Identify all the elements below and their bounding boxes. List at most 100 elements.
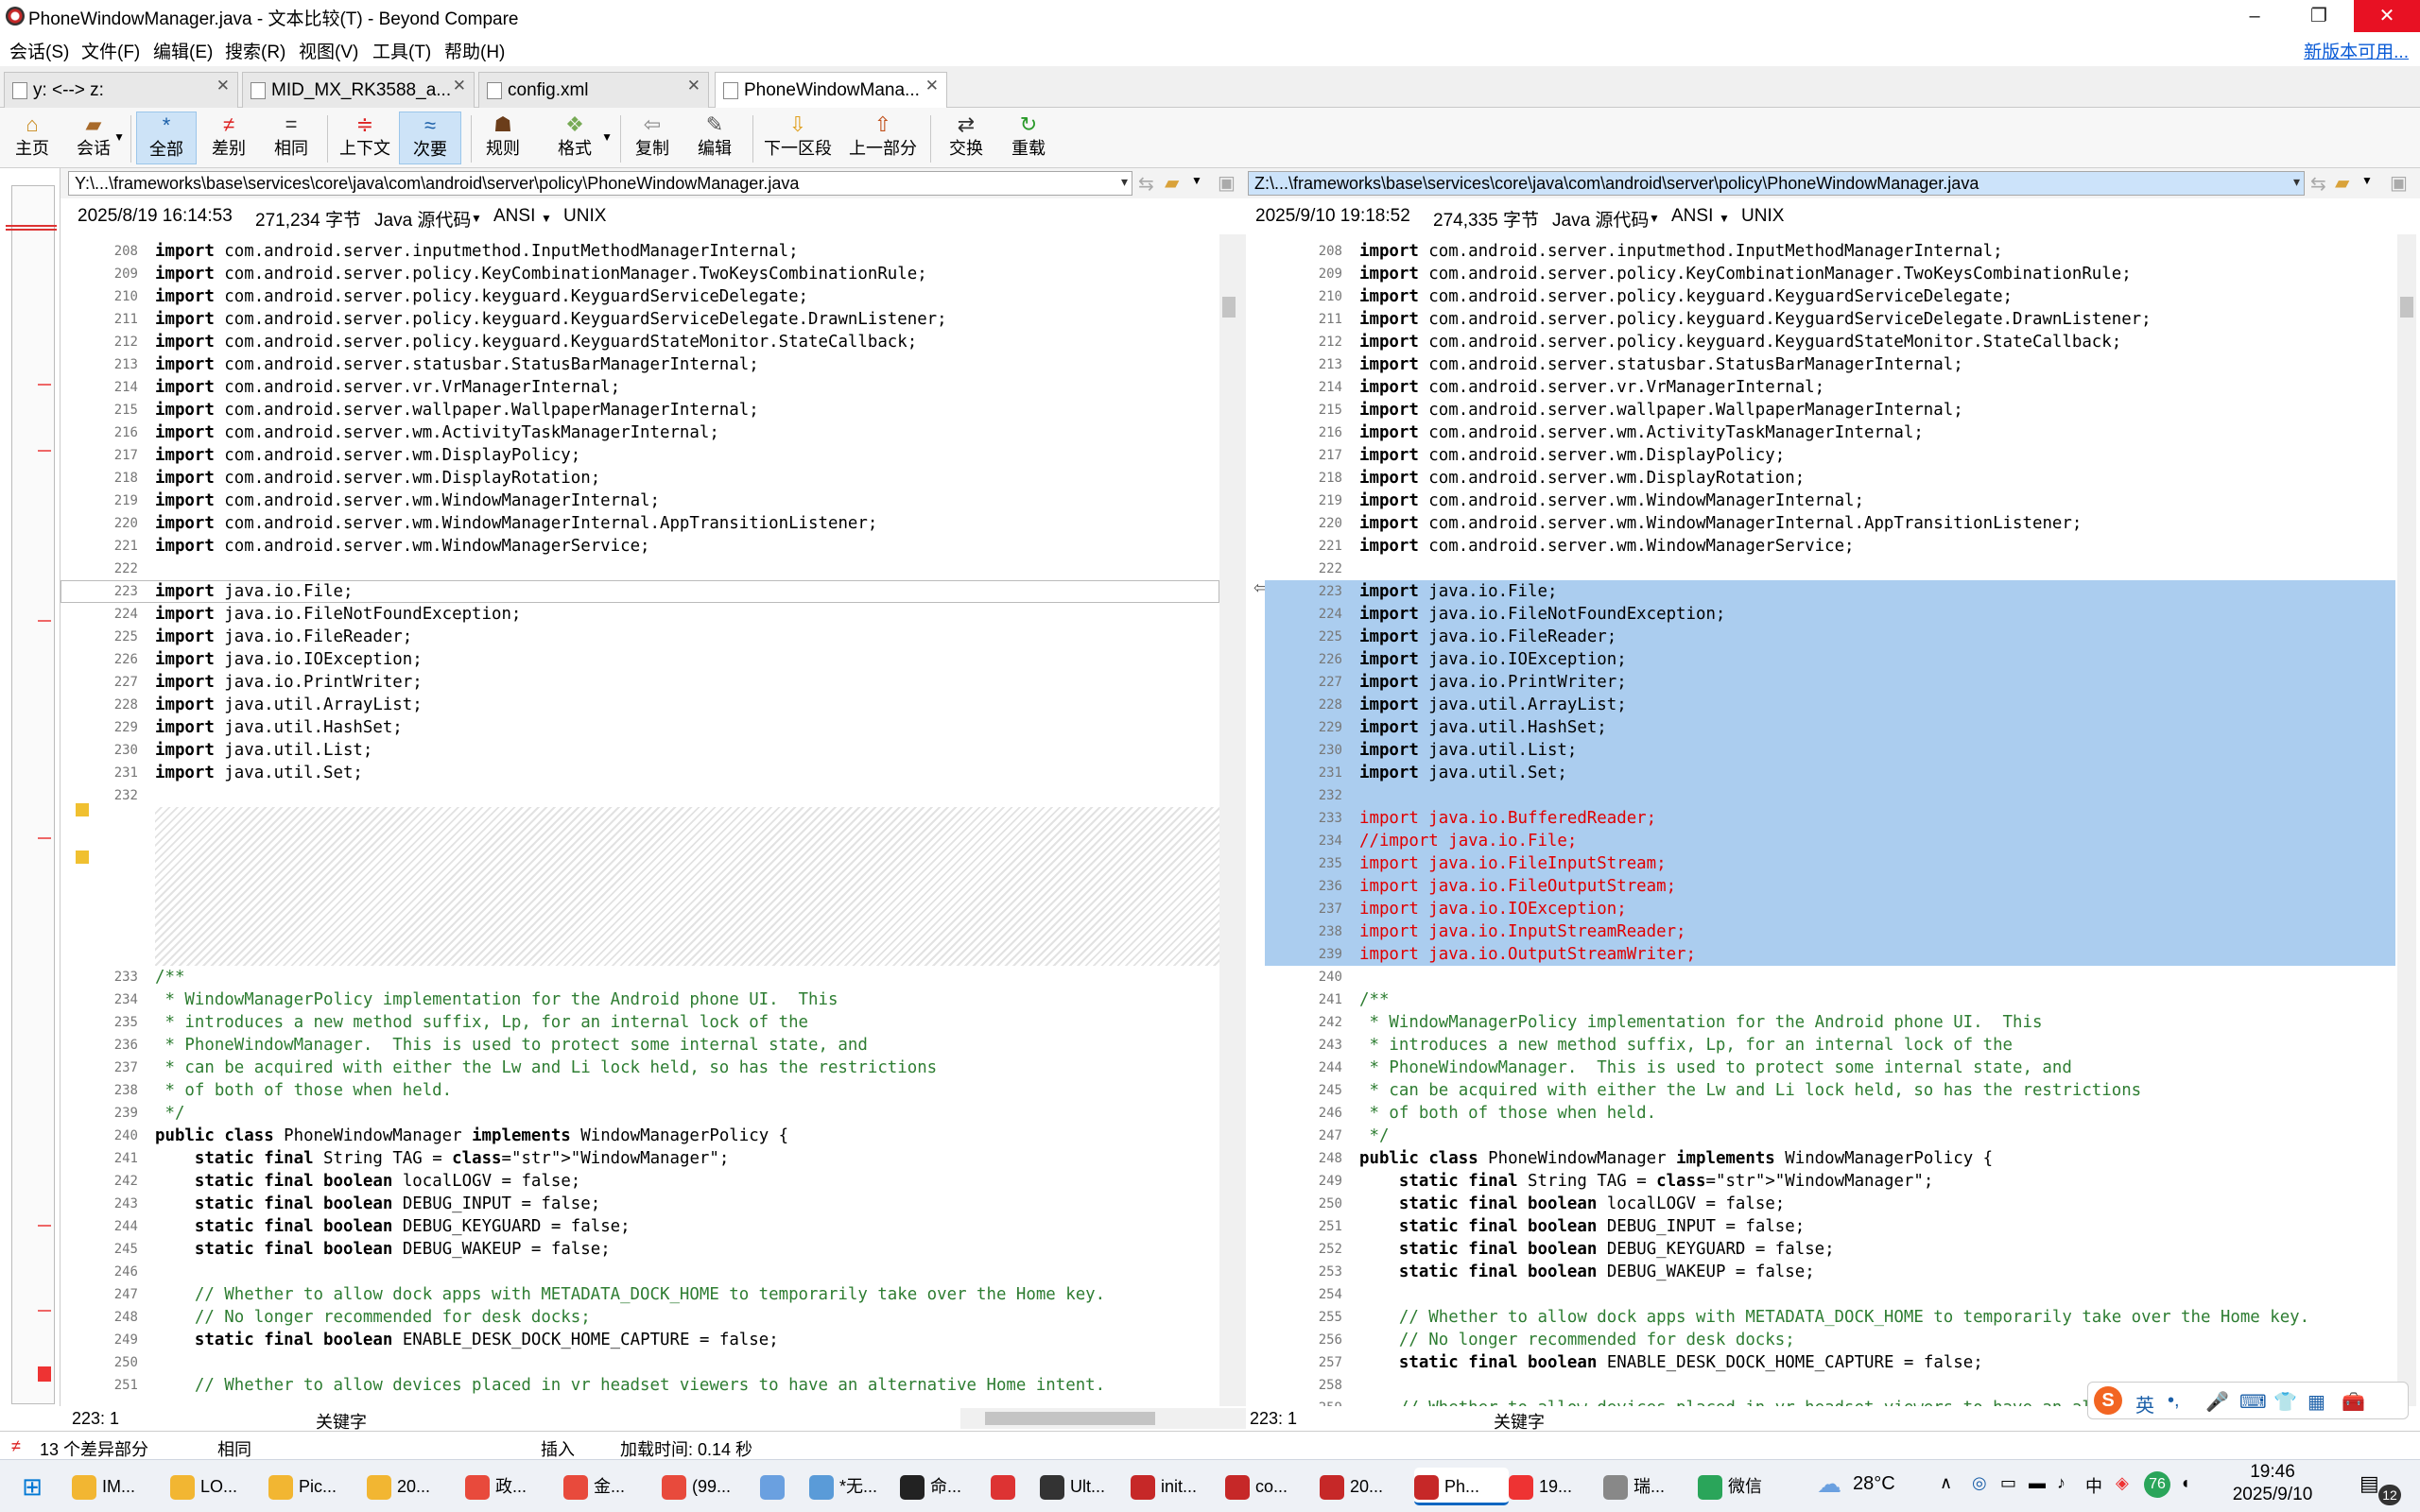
code-line[interactable] bbox=[60, 852, 1219, 875]
weather-icon[interactable]: ☁ bbox=[1817, 1469, 1841, 1499]
code-line[interactable] bbox=[60, 875, 1219, 898]
show-same-button[interactable]: = 相同 bbox=[265, 112, 318, 164]
copy-button[interactable]: ⇦ 复制 bbox=[628, 112, 677, 164]
chevron-down-icon[interactable]: ▼ bbox=[1649, 212, 1660, 225]
code-line[interactable]: 252 static final boolean DEBUG_KEYGUARD … bbox=[1265, 1238, 2395, 1261]
code-line[interactable]: 226 import java.io.IOException; bbox=[60, 648, 1219, 671]
tab-mid-mx[interactable]: MID_MX_RK3588_a... ✕ bbox=[242, 72, 475, 108]
left-code-pane[interactable]: 208 import com.android.server.inputmethod… bbox=[60, 234, 1219, 1406]
speaker-icon[interactable]: ◖ bbox=[2180, 1473, 2190, 1493]
code-line[interactable]: 248 // No longer recommended for desk do… bbox=[60, 1306, 1219, 1329]
code-line[interactable]: 220 import com.android.server.wm.WindowMa… bbox=[60, 512, 1219, 535]
code-line[interactable]: 217 import com.android.server.wm.DisplayP… bbox=[60, 444, 1219, 467]
diff-arrow-icon[interactable] bbox=[76, 803, 89, 816]
restore-button[interactable]: ❐ bbox=[2286, 0, 2352, 32]
code-line[interactable]: 249 static final String TAG = class="str… bbox=[1265, 1170, 2395, 1193]
code-line[interactable]: 214 import com.android.server.vr.VrManage… bbox=[60, 376, 1219, 399]
network-icon[interactable]: ▭ bbox=[2000, 1473, 2016, 1493]
code-line[interactable]: 208 import com.android.server.inputmethod… bbox=[1265, 240, 2395, 263]
right-file-encoding[interactable]: ANSI bbox=[1671, 206, 1713, 227]
code-line[interactable]: 226 import java.io.IOException; bbox=[1265, 648, 2395, 671]
taskbar-app-button[interactable]: co... bbox=[1225, 1468, 1320, 1505]
code-line[interactable]: 248 public class PhoneWindowManager imple… bbox=[1265, 1147, 2395, 1170]
punctuation-icon[interactable]: •, bbox=[2168, 1390, 2180, 1412]
open-folder-icon[interactable]: ▰ bbox=[1165, 171, 1179, 195]
menu-file[interactable]: 文件(F) bbox=[81, 38, 140, 63]
taskbar-app-button[interactable]: LO... bbox=[170, 1468, 268, 1505]
left-path-input[interactable]: Y:\...\frameworks\base\services\core\jav… bbox=[68, 171, 1132, 196]
code-line[interactable]: 246 * of both of those when held. bbox=[1265, 1102, 2395, 1125]
code-line[interactable]: 247 */ bbox=[1265, 1125, 2395, 1147]
menu-view[interactable]: 视图(V) bbox=[299, 38, 358, 63]
left-file-type[interactable]: Java 源代码 bbox=[374, 206, 471, 232]
code-line[interactable]: 244 static final boolean DEBUG_KEYGUARD … bbox=[60, 1215, 1219, 1238]
left-horizontal-scrollbar[interactable] bbox=[960, 1408, 1272, 1429]
right-file-eol[interactable]: UNIX bbox=[1741, 206, 1784, 227]
right-code-pane[interactable]: 208 import com.android.server.inputmethod… bbox=[1265, 234, 2395, 1406]
code-line[interactable]: 241 static final String TAG = class="str… bbox=[60, 1147, 1219, 1170]
code-line[interactable]: 233 import java.io.BufferedReader; bbox=[1265, 807, 2395, 830]
code-line[interactable]: 247 // Whether to allow dock apps with M… bbox=[60, 1283, 1219, 1306]
code-line[interactable]: 231 import java.util.Set; bbox=[1265, 762, 2395, 784]
taskbar-app-button[interactable]: *无... bbox=[809, 1468, 900, 1505]
taskbar-app-button[interactable]: 政... bbox=[465, 1468, 563, 1505]
code-line[interactable]: 255 // Whether to allow dock apps with M… bbox=[1265, 1306, 2395, 1329]
code-line[interactable]: 227 import java.io.PrintWriter; bbox=[60, 671, 1219, 694]
code-line[interactable]: 239 */ bbox=[60, 1102, 1219, 1125]
code-line[interactable]: 229 import java.util.HashSet; bbox=[60, 716, 1219, 739]
code-line[interactable]: 227 import java.io.PrintWriter; bbox=[1265, 671, 2395, 694]
code-line[interactable]: 238 * of both of those when held. bbox=[60, 1079, 1219, 1102]
minor-button[interactable]: ≈ 次要 bbox=[399, 112, 461, 164]
clock-time[interactable]: 19:46 bbox=[2225, 1462, 2320, 1483]
code-line[interactable]: 210 import com.android.server.policy.keyg… bbox=[60, 285, 1219, 308]
code-line[interactable]: 216 import com.android.server.wm.Activity… bbox=[1265, 421, 2395, 444]
chevron-down-icon[interactable]: ▾ bbox=[2293, 174, 2300, 190]
keyboard-icon[interactable]: ⌨ bbox=[2239, 1390, 2267, 1414]
taskbar-app-button[interactable]: Pic... bbox=[268, 1468, 367, 1505]
code-line[interactable]: 213 import com.android.server.statusbar.S… bbox=[1265, 353, 2395, 376]
code-line[interactable]: 217 import com.android.server.wm.DisplayP… bbox=[1265, 444, 2395, 467]
code-line[interactable]: 240 bbox=[1265, 966, 2395, 988]
taskbar-app-button[interactable]: Ph... bbox=[1414, 1468, 1509, 1505]
toolbox-icon[interactable]: 🧰 bbox=[2342, 1390, 2365, 1414]
code-line[interactable]: 253 static final boolean DEBUG_WAKEUP = … bbox=[1265, 1261, 2395, 1283]
taskbar-app-button[interactable]: 微信 bbox=[1698, 1468, 1796, 1505]
code-line[interactable]: 243 * introduces a new method suffix, Lp… bbox=[1265, 1034, 2395, 1057]
notification-icon[interactable]: ▤ bbox=[2360, 1471, 2379, 1496]
taskbar-app-button[interactable]: 金... bbox=[563, 1468, 662, 1505]
next-section-button[interactable]: ⇩ 下一区段 bbox=[760, 112, 836, 164]
chevron-down-icon[interactable]: ▾ bbox=[1121, 174, 1128, 190]
code-line[interactable]: 209 import com.android.server.policy.KeyC… bbox=[60, 263, 1219, 285]
reload-button[interactable]: ↻ 重载 bbox=[1004, 112, 1053, 164]
code-line[interactable]: 233 /** bbox=[60, 966, 1219, 988]
code-line[interactable]: 235 import java.io.FileInputStream; bbox=[1265, 852, 2395, 875]
code-line[interactable]: 234 //import java.io.File; bbox=[1265, 830, 2395, 852]
code-line[interactable]: 246 bbox=[60, 1261, 1219, 1283]
edit-button[interactable]: ✎ 编辑 bbox=[690, 112, 739, 164]
taskbar-app-button[interactable]: (99... bbox=[662, 1468, 760, 1505]
close-button[interactable]: ✕ bbox=[2354, 0, 2420, 32]
code-line[interactable]: 230 import java.util.List; bbox=[1265, 739, 2395, 762]
code-line[interactable]: 235 * introduces a new method suffix, Lp… bbox=[60, 1011, 1219, 1034]
chevron-down-icon[interactable]: ▼ bbox=[1191, 174, 1202, 187]
ime-lang-toggle[interactable]: 英 bbox=[2135, 1390, 2154, 1418]
code-line[interactable]: 209 import com.android.server.policy.KeyC… bbox=[1265, 263, 2395, 285]
scroll-thumb[interactable] bbox=[985, 1412, 1155, 1425]
code-line[interactable] bbox=[60, 898, 1219, 920]
code-line[interactable]: 228 import java.util.ArrayList; bbox=[60, 694, 1219, 716]
code-line[interactable]: 220 import com.android.server.wm.WindowMa… bbox=[1265, 512, 2395, 535]
right-file-type[interactable]: Java 源代码 bbox=[1552, 206, 1649, 232]
code-line[interactable]: 225 import java.io.FileReader; bbox=[1265, 626, 2395, 648]
code-line[interactable]: 242 * WindowManagerPolicy implementation… bbox=[1265, 1011, 2395, 1034]
home-button[interactable]: ⌂ 主页 bbox=[8, 112, 57, 164]
format-button[interactable]: ❖ 格式 ▼ bbox=[537, 112, 613, 164]
code-line[interactable] bbox=[60, 830, 1219, 852]
code-line[interactable]: 223 import java.io.File; bbox=[1265, 580, 2395, 603]
code-line[interactable]: 215 import com.android.server.wallpaper.W… bbox=[60, 399, 1219, 421]
show-diffs-button[interactable]: ≠ 差别 bbox=[202, 112, 255, 164]
apps-icon[interactable]: ▦ bbox=[2308, 1390, 2325, 1414]
prev-section-button[interactable]: ⇧ 上一部分 bbox=[845, 112, 921, 164]
chevron-down-icon[interactable]: ▼ bbox=[471, 212, 482, 225]
code-line[interactable]: 222 bbox=[60, 558, 1219, 580]
code-line[interactable]: 211 import com.android.server.policy.keyg… bbox=[1265, 308, 2395, 331]
